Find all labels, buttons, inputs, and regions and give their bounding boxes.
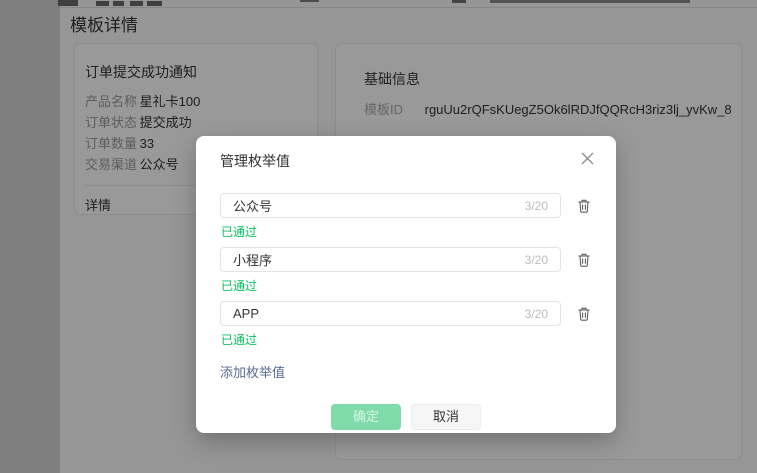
enum-value-input[interactable]: 公众号 3/20 — [220, 193, 561, 218]
modal-title: 管理枚举值 — [220, 136, 592, 171]
modal-footer: 确定 取消 — [220, 404, 592, 430]
enum-value-input[interactable]: APP 3/20 — [220, 301, 561, 326]
char-counter: 3/20 — [525, 307, 548, 321]
char-counter: 3/20 — [525, 199, 548, 213]
enum-row: 公众号 3/20 — [220, 193, 592, 218]
trash-icon[interactable] — [575, 197, 592, 214]
confirm-button[interactable]: 确定 — [331, 404, 401, 430]
cancel-button[interactable]: 取消 — [411, 404, 481, 430]
enum-value-text: 公众号 — [233, 196, 272, 215]
trash-icon[interactable] — [575, 251, 592, 268]
enum-value-input[interactable]: 小程序 3/20 — [220, 247, 561, 272]
enum-row: 小程序 3/20 — [220, 247, 592, 272]
char-counter: 3/20 — [525, 253, 548, 267]
status-badge: 已通过 — [221, 223, 592, 240]
enum-value-text: APP — [233, 306, 259, 321]
enum-value-text: 小程序 — [233, 250, 272, 269]
enum-row: APP 3/20 — [220, 301, 592, 326]
trash-icon[interactable] — [575, 305, 592, 322]
add-enum-link[interactable]: 添加枚举值 — [220, 362, 285, 381]
screen: 模板详情 订单提交成功通知 产品名称 星礼卡100 订单状态 提交成功 订单数量… — [0, 0, 757, 473]
close-icon[interactable] — [578, 149, 596, 167]
status-badge: 已通过 — [221, 331, 592, 348]
status-badge: 已通过 — [221, 277, 592, 294]
manage-enum-modal: 管理枚举值 公众号 3/20 已通过 小程序 3/20 — [196, 136, 616, 433]
